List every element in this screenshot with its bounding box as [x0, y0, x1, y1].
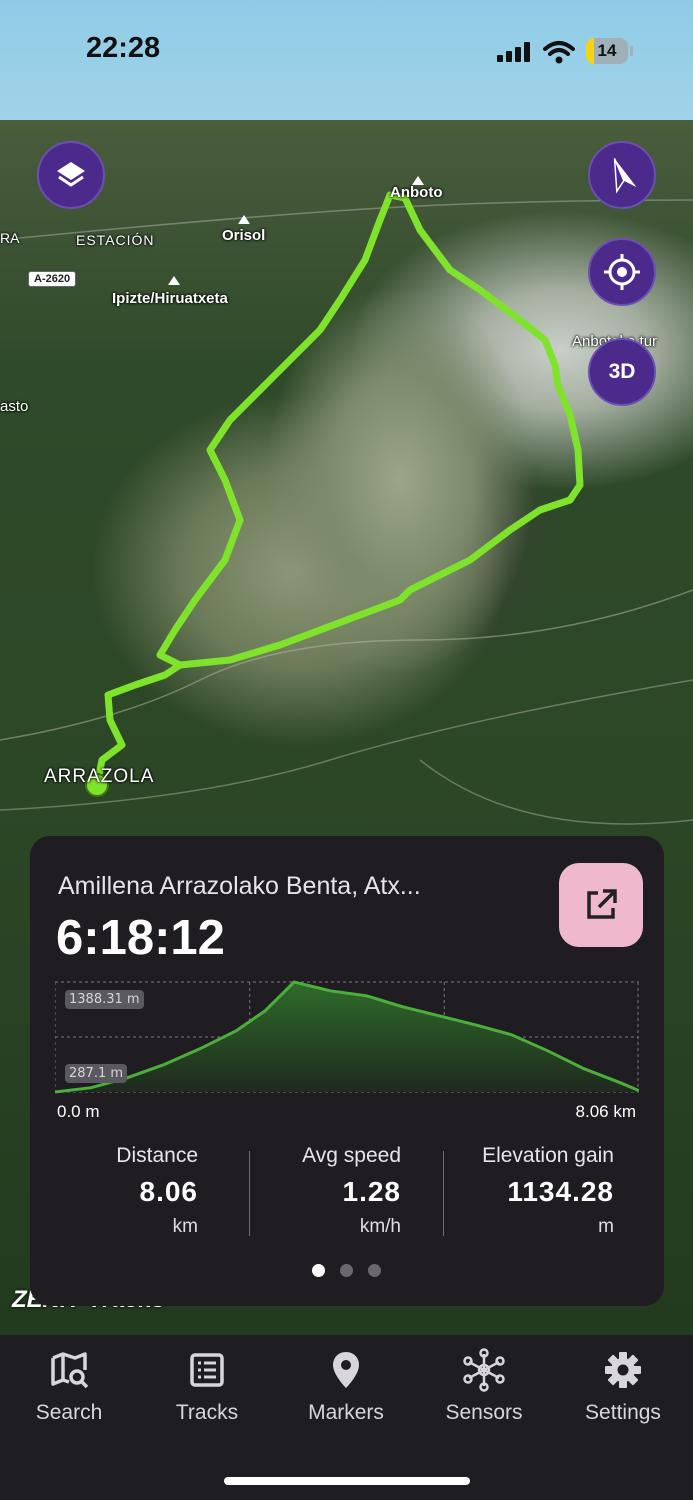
bottom-navigation: Search Tracks Markers Sensors Settings — [0, 1335, 693, 1500]
home-indicator — [224, 1477, 470, 1485]
nav-search[interactable]: Search — [0, 1345, 138, 1425]
elevation-chart[interactable]: 1388.31 m 287.1 m 0.0 m 8.06 km — [54, 980, 640, 1121]
stat-unit: m — [598, 1216, 614, 1237]
wifi-icon — [543, 41, 575, 64]
nav-label: Settings — [585, 1401, 661, 1424]
road-badge: A-2620 — [28, 271, 77, 287]
locate-icon — [604, 254, 640, 290]
stat-value: 8.06 — [139, 1176, 198, 1207]
compass-icon — [613, 158, 637, 194]
peak-label-ipizte: Ipizte/Hiruatxeta — [112, 276, 228, 307]
peak-label-orisol: Orisol — [222, 215, 265, 244]
page-dot-2[interactable] — [340, 1264, 353, 1277]
stat-label: Avg speed — [302, 1144, 401, 1167]
locate-button[interactable] — [588, 238, 656, 306]
nav-tracks[interactable]: Tracks — [138, 1345, 276, 1425]
nav-label: Search — [35, 1401, 103, 1424]
x-label-end: 8.06 km — [575, 1102, 636, 1121]
nav-label: Markers — [308, 1401, 384, 1424]
track-summary-card[interactable]: Amillena Arrazolako Benta, Atx... 6:18:1… — [30, 836, 664, 1306]
place-label-estacion: ESTACIÓN — [76, 232, 155, 248]
stat-label: Distance — [116, 1144, 198, 1167]
nav-label: Sensors — [445, 1401, 523, 1424]
layers-button[interactable] — [37, 141, 105, 209]
nav-label: Tracks — [175, 1401, 239, 1424]
layers-icon — [57, 162, 85, 187]
stat-value: 1.28 — [342, 1176, 401, 1207]
nav-sensors[interactable]: Sensors — [415, 1345, 553, 1425]
peak-label-anboto: Anboto — [390, 176, 442, 201]
nav-markers[interactable]: Markers — [277, 1345, 415, 1425]
stat-elevation-gain: Elevation gain 1134.28 m — [424, 1144, 614, 1238]
open-track-button[interactable] — [559, 863, 643, 947]
status-time: 22:28 — [86, 32, 161, 64]
track-duration: 6:18:12 — [56, 911, 225, 965]
cellular-signal-icon — [497, 42, 530, 62]
place-label-asto: asto — [0, 398, 29, 415]
x-label-start: 0.0 m — [57, 1102, 100, 1121]
place-label-arrazola: ARRAZOLA — [44, 766, 155, 787]
battery-cap — [630, 46, 633, 56]
nav-settings[interactable]: Settings — [554, 1345, 692, 1425]
battery-level: 14 — [597, 41, 617, 60]
place-label-ra: RA — [0, 230, 20, 246]
gear-icon — [605, 1352, 641, 1388]
track-title: Amillena Arrazolako Benta, Atx... — [58, 872, 421, 900]
battery-icon: 14 — [586, 38, 628, 64]
list-icon — [190, 1353, 224, 1387]
stat-avg-speed: Avg speed 1.28 km/h — [211, 1144, 401, 1238]
stat-value: 1134.28 — [507, 1176, 614, 1207]
sensors-icon — [463, 1348, 505, 1392]
y-label-min: 287.1 m — [65, 1064, 128, 1083]
map-search-icon — [51, 1352, 89, 1389]
stat-distance: Distance 8.06 km — [8, 1144, 198, 1238]
mode-3d-button[interactable]: 3D — [588, 338, 656, 406]
page-dot-3[interactable] — [368, 1264, 381, 1277]
compass-button[interactable] — [588, 141, 656, 209]
stat-unit: km/h — [359, 1216, 401, 1237]
status-bar: 22:28 14 — [0, 0, 693, 100]
y-label-max: 1388.31 m — [65, 990, 144, 1009]
stat-label: Elevation gain — [482, 1144, 614, 1167]
pin-icon — [333, 1352, 359, 1388]
stat-unit: km — [172, 1216, 198, 1237]
page-dot-1[interactable] — [312, 1264, 325, 1277]
open-external-icon — [587, 889, 617, 919]
